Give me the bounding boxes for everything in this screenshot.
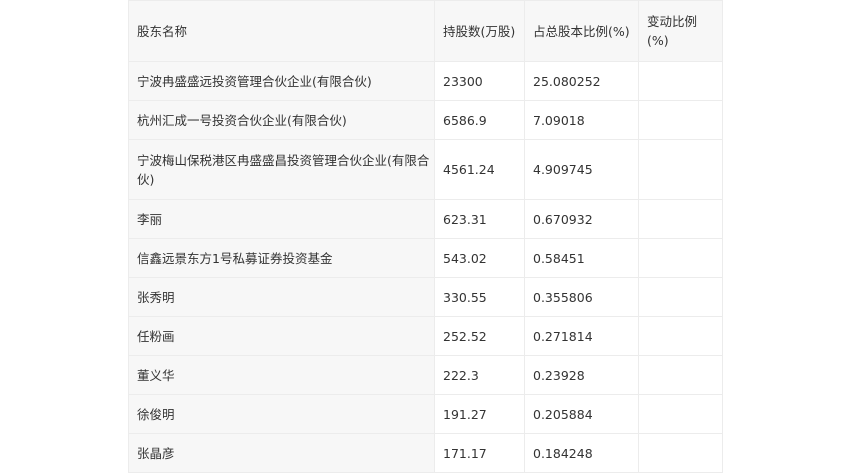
header-change: 变动比例(%) (638, 0, 723, 62)
table-row: 宁波梅山保税港区冉盛盛昌投资管理合伙企业(有限合伙) 4561.24 4.909… (128, 139, 723, 200)
cell-change (638, 433, 723, 473)
cell-name: 李丽 (128, 199, 435, 239)
cell-change (638, 355, 723, 395)
cell-ratio: 0.58451 (524, 238, 639, 278)
header-shares: 持股数(万股) (434, 0, 525, 62)
cell-shares: 252.52 (434, 316, 525, 356)
header-ratio: 占总股本比例(%) (524, 0, 639, 62)
cell-name: 信鑫远景东方1号私募证券投资基金 (128, 238, 435, 278)
cell-change (638, 277, 723, 317)
cell-name: 张秀明 (128, 277, 435, 317)
table-row: 李丽 623.31 0.670932 (128, 199, 723, 239)
table-row: 董义华 222.3 0.23928 (128, 355, 723, 395)
cell-ratio: 0.205884 (524, 394, 639, 434)
cell-name: 董义华 (128, 355, 435, 395)
cell-ratio: 7.09018 (524, 100, 639, 140)
cell-change (638, 199, 723, 239)
cell-ratio: 4.909745 (524, 139, 639, 200)
cell-shares: 171.17 (434, 433, 525, 473)
table-row: 张秀明 330.55 0.355806 (128, 277, 723, 317)
cell-change (638, 139, 723, 200)
table-row: 徐俊明 191.27 0.205884 (128, 394, 723, 434)
cell-change (638, 316, 723, 356)
cell-ratio: 0.23928 (524, 355, 639, 395)
cell-ratio: 0.184248 (524, 433, 639, 473)
cell-change (638, 61, 723, 101)
cell-ratio: 0.271814 (524, 316, 639, 356)
cell-name: 杭州汇成一号投资合伙企业(有限合伙) (128, 100, 435, 140)
table-row: 信鑫远景东方1号私募证券投资基金 543.02 0.58451 (128, 238, 723, 278)
table-row: 杭州汇成一号投资合伙企业(有限合伙) 6586.9 7.09018 (128, 100, 723, 140)
cell-change (638, 394, 723, 434)
shareholder-table-container: 股东名称 持股数(万股) 占总股本比例(%) 变动比例(%) 宁波冉盛盛远投资管… (128, 0, 723, 473)
cell-shares: 543.02 (434, 238, 525, 278)
cell-shares: 191.27 (434, 394, 525, 434)
cell-change (638, 100, 723, 140)
table-header-row: 股东名称 持股数(万股) 占总股本比例(%) 变动比例(%) (128, 0, 723, 62)
cell-shares: 623.31 (434, 199, 525, 239)
table-row: 任粉画 252.52 0.271814 (128, 316, 723, 356)
cell-change (638, 238, 723, 278)
table-row: 宁波冉盛盛远投资管理合伙企业(有限合伙) 23300 25.080252 (128, 61, 723, 101)
cell-shares: 23300 (434, 61, 525, 101)
table-row: 张晶彦 171.17 0.184248 (128, 433, 723, 473)
cell-ratio: 0.355806 (524, 277, 639, 317)
cell-name: 任粉画 (128, 316, 435, 356)
cell-name: 张晶彦 (128, 433, 435, 473)
header-shareholder-name: 股东名称 (128, 0, 435, 62)
shareholder-table: 股东名称 持股数(万股) 占总股本比例(%) 变动比例(%) 宁波冉盛盛远投资管… (128, 0, 723, 473)
cell-shares: 222.3 (434, 355, 525, 395)
cell-name: 徐俊明 (128, 394, 435, 434)
cell-name: 宁波冉盛盛远投资管理合伙企业(有限合伙) (128, 61, 435, 101)
cell-shares: 6586.9 (434, 100, 525, 140)
cell-shares: 330.55 (434, 277, 525, 317)
cell-name: 宁波梅山保税港区冉盛盛昌投资管理合伙企业(有限合伙) (128, 139, 435, 200)
cell-ratio: 0.670932 (524, 199, 639, 239)
cell-ratio: 25.080252 (524, 61, 639, 101)
cell-shares: 4561.24 (434, 139, 525, 200)
